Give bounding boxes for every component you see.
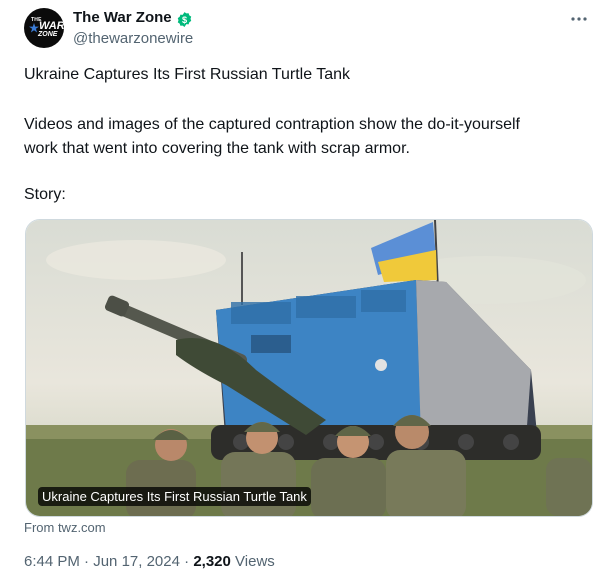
- tweet-date[interactable]: Jun 17, 2024: [93, 553, 180, 570]
- views-label: Views: [235, 553, 275, 570]
- tweet: THE WAR ZONE The War Zone $ @thewarzonew…: [0, 0, 597, 580]
- svg-text:$: $: [182, 15, 187, 25]
- card-source-link[interactable]: From twz.com: [24, 520, 106, 535]
- views-count: 2,320: [193, 553, 231, 570]
- verified-badge-icon[interactable]: $: [176, 11, 193, 28]
- more-horizontal-icon[interactable]: [570, 10, 588, 28]
- avatar-logo-zone: ZONE: [38, 31, 58, 38]
- tweet-body-line-2: work that went into covering the tank wi…: [24, 140, 410, 157]
- display-name[interactable]: The War Zone: [73, 9, 172, 26]
- link-card[interactable]: Ukraine Captures Its First Russian Turtl…: [25, 219, 593, 517]
- avatar[interactable]: THE WAR ZONE: [24, 8, 64, 48]
- meta-separator: ·: [84, 553, 90, 570]
- story-label: Story:: [24, 186, 66, 203]
- meta-separator: ·: [184, 553, 190, 570]
- tweet-title: Ukraine Captures Its First Russian Turtl…: [24, 66, 351, 83]
- tweet-time[interactable]: 6:44 PM: [24, 553, 80, 570]
- tweet-meta: 6:44 PM · Jun 17, 2024 · 2,320 Views: [24, 553, 275, 570]
- card-caption: Ukraine Captures Its First Russian Turtl…: [38, 487, 311, 506]
- card-image: [26, 220, 592, 516]
- tweet-body-line-1: Videos and images of the captured contra…: [24, 116, 520, 133]
- account-handle[interactable]: @thewarzonewire: [73, 30, 193, 47]
